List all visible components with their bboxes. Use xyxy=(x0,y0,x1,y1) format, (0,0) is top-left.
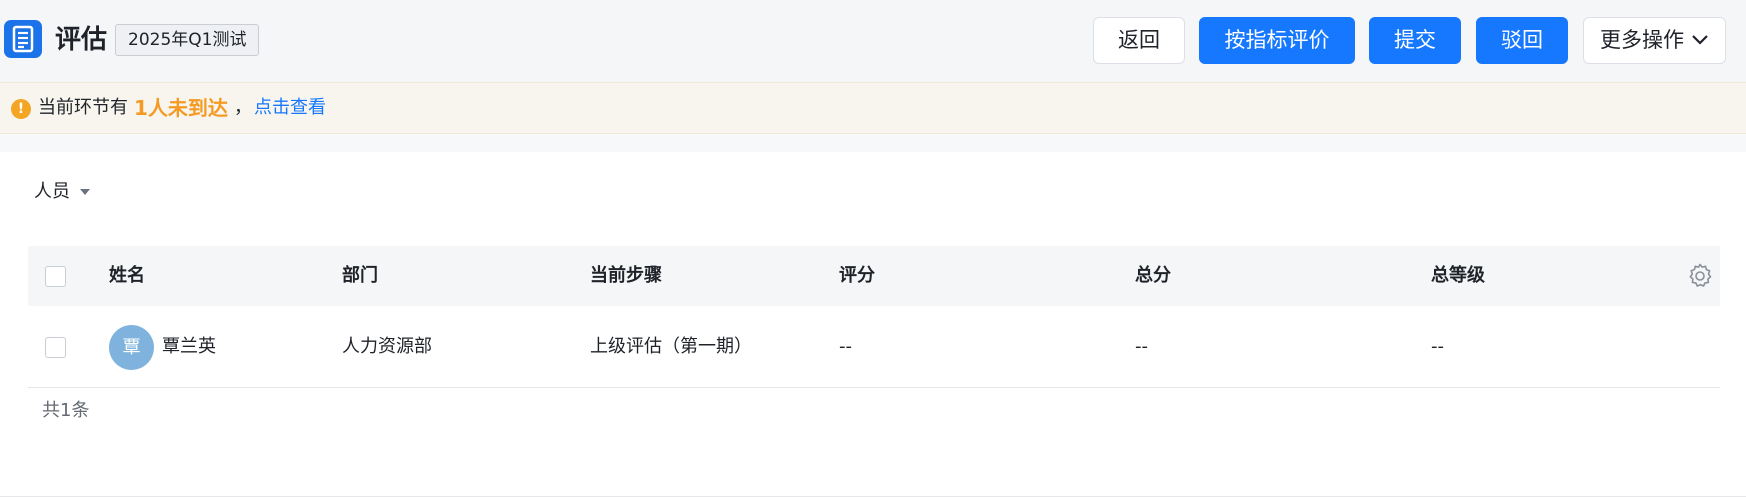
more-actions-button[interactable]: 更多操作 xyxy=(1583,17,1726,64)
personnel-table: 姓名 部门 当前步骤 评分 总分 总等级 覃 覃兰英 人力资源部 上级评估（第一… xyxy=(28,246,1720,388)
document-icon xyxy=(4,20,42,58)
back-button[interactable]: 返回 xyxy=(1093,17,1185,64)
column-header-step: 当前步骤 xyxy=(590,265,662,286)
submit-button[interactable]: 提交 xyxy=(1369,17,1461,64)
reject-button[interactable]: 驳回 xyxy=(1476,17,1568,64)
filter-label: 人员 xyxy=(34,181,70,202)
column-header-total: 总分 xyxy=(1135,265,1171,286)
gear-icon[interactable] xyxy=(1687,263,1713,289)
caret-down-icon xyxy=(80,189,90,195)
avatar: 覃 xyxy=(109,325,154,370)
personnel-filter-dropdown[interactable]: 人员 xyxy=(34,180,90,204)
table-row: 覃 覃兰英 人力资源部 上级评估（第一期） -- -- -- xyxy=(28,306,1720,388)
chevron-down-icon xyxy=(1692,35,1708,45)
divider xyxy=(0,496,1746,497)
header-bar: 评估 2025年Q1测试 返回 按指标评价 提交 驳回 更多操作 xyxy=(0,0,1746,82)
column-header-score: 评分 xyxy=(839,265,875,286)
score-cell: -- xyxy=(839,336,852,357)
column-header-department: 部门 xyxy=(342,265,378,286)
period-tag: 2025年Q1测试 xyxy=(115,24,260,56)
alert-highlight: 1人未到达 xyxy=(134,96,228,120)
total-count: 共1条 xyxy=(42,400,90,421)
employee-name-link[interactable]: 覃兰英 xyxy=(162,306,216,388)
table-header: 姓名 部门 当前步骤 评分 总分 总等级 xyxy=(28,246,1720,306)
total-cell: -- xyxy=(1135,336,1148,357)
more-actions-label: 更多操作 xyxy=(1600,28,1684,52)
department-cell: 人力资源部 xyxy=(342,336,432,357)
alert-comma: ， xyxy=(234,97,252,118)
column-header-name: 姓名 xyxy=(109,265,145,286)
select-all-checkbox[interactable] xyxy=(45,266,66,287)
alert-text: 当前环节有 xyxy=(38,97,128,118)
grade-cell: -- xyxy=(1431,336,1444,357)
main-content: 人员 姓名 部门 当前步骤 评分 总分 总等级 覃 覃兰英 人力资源部 上级评估… xyxy=(0,152,1746,498)
row-checkbox[interactable] xyxy=(45,337,66,358)
page-title: 评估 xyxy=(55,25,108,55)
column-header-grade: 总等级 xyxy=(1431,265,1485,286)
exclamation-circle-icon: ! xyxy=(11,99,31,119)
alert-banner: ! 当前环节有 1人未到达 ， 点击查看 xyxy=(0,82,1746,134)
evaluate-by-indicator-button[interactable]: 按指标评价 xyxy=(1199,17,1355,64)
step-cell: 上级评估（第一期） xyxy=(590,336,752,357)
view-details-link[interactable]: 点击查看 xyxy=(254,83,326,133)
